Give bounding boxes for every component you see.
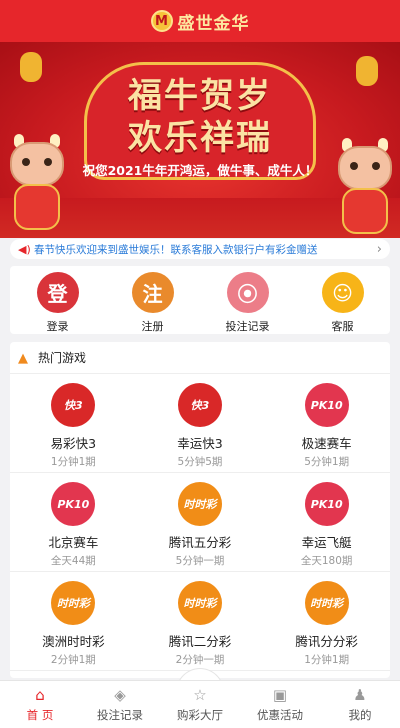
tab-label: 投注记录 (97, 708, 143, 722)
promo-banner[interactable]: 福牛贺岁 欢乐祥瑞 祝您2021牛年开鸿运，做牛事、成牛人！ (0, 42, 400, 238)
ox-mascot-left-icon (2, 134, 72, 234)
bottom-tab-bar: ⌂ 首 页 ◈ 投注记录 ☆ 购彩大厅 ▣ 优惠活动 ♟ 我的 (0, 680, 400, 728)
game-name: 幸运快3 (177, 436, 223, 451)
brand-name: 盛世金华 (177, 13, 250, 34)
notice-text: 春节快乐欢迎来到盛世娱乐！联系客服入款银行户有彩金赠送 (34, 243, 318, 256)
register-label: 注册 (141, 320, 164, 333)
game-item[interactable]: 快3 幸运快3 5分钟5期 (136, 374, 264, 473)
headset-icon: ☺ (321, 272, 364, 313)
ox-mascot-right-icon (330, 138, 400, 238)
game-grid: 快3 易彩快3 1分钟1期 快3 幸运快3 5分钟5期 PK10 极速赛车 5分… (10, 374, 390, 671)
tab-label: 优惠活动 (257, 708, 303, 722)
game-frequency: 1分钟1期 (50, 456, 96, 468)
game-frequency: 1分钟1期 (304, 654, 350, 666)
game-item[interactable]: 快3 易彩快3 1分钟1期 (10, 374, 137, 473)
game-name: 腾讯五分彩 (168, 535, 232, 550)
hot-games-header: ▲ 热门游戏 (10, 342, 390, 374)
pk10-logo-icon: PK10 (304, 383, 349, 427)
home-icon: ⌂ (35, 686, 45, 704)
login-button[interactable]: 登 登录 (10, 266, 105, 334)
gift-icon: ▣ (272, 686, 288, 704)
kuai3-logo-icon: 快3 (177, 383, 222, 427)
quick-actions: 登 登录 注 注册 ⦿ 投注记录 ☺ 客服 (10, 266, 390, 334)
tab-promotions[interactable]: ▣ 优惠活动 (240, 681, 320, 728)
brand-logo-icon: M (150, 10, 173, 32)
game-name: 腾讯二分彩 (168, 634, 232, 649)
tab-label: 首 页 (26, 708, 54, 722)
game-frequency: 全天44期 (50, 555, 96, 567)
game-frequency: 2分钟1期 (50, 654, 96, 666)
game-name: 易彩快3 (50, 436, 97, 451)
ssc-logo-icon: 时时彩 (304, 581, 349, 625)
customer-service-label: 客服 (331, 320, 354, 333)
records-icon: ◈ (114, 686, 126, 704)
tab-lottery-hall[interactable]: ☆ 购彩大厅 (160, 681, 240, 728)
tab-mine[interactable]: ♟ 我的 (320, 681, 400, 728)
game-item[interactable]: PK10 幸运飞艇 全天180期 (263, 473, 390, 572)
game-item[interactable]: PK10 北京赛车 全天44期 (10, 473, 137, 572)
flame-icon: ▲ (18, 350, 28, 366)
speaker-icon: ◀) (18, 242, 31, 256)
game-item[interactable]: 时时彩 腾讯五分彩 5分钟一期 (136, 473, 264, 572)
tab-bet-records[interactable]: ◈ 投注记录 (80, 681, 160, 728)
hot-games-panel: ▲ 热门游戏 快3 易彩快3 1分钟1期 快3 幸运快3 5分钟5期 PK10 … (10, 342, 390, 678)
star-icon: ☆ (193, 686, 207, 704)
share-icon: ⦿ (226, 272, 269, 313)
ssc-logo-icon: 时时彩 (177, 581, 222, 625)
register-icon: 注 (131, 272, 174, 313)
kuai3-logo-icon: 快3 (51, 383, 96, 427)
tab-label: 我的 (348, 708, 372, 722)
game-item[interactable]: 时时彩 腾讯分分彩 1分钟1期 (263, 572, 390, 671)
game-frequency: 5分钟一期 (175, 555, 225, 567)
game-frequency: 5分钟5期 (177, 456, 223, 468)
game-item[interactable]: 时时彩 澳洲时时彩 2分钟1期 (10, 572, 137, 671)
game-item[interactable]: PK10 极速赛车 5分钟1期 (263, 374, 390, 473)
pk10-logo-icon: PK10 (304, 482, 349, 526)
game-name: 澳洲时时彩 (42, 634, 105, 649)
game-name: 腾讯分分彩 (295, 634, 358, 649)
notice-bar[interactable]: ◀) 春节快乐欢迎来到盛世娱乐！联系客服入款银行户有彩金赠送 › (10, 239, 390, 259)
game-item[interactable]: 时时彩 腾讯二分彩 2分钟一期 (136, 572, 264, 671)
customer-service-button[interactable]: ☺ 客服 (295, 266, 390, 334)
login-label: 登录 (46, 320, 69, 333)
user-icon: ♟ (353, 686, 367, 704)
tab-home[interactable]: ⌂ 首 页 (0, 681, 80, 728)
game-name: 极速赛车 (301, 436, 352, 451)
bet-records-label: 投注记录 (225, 320, 270, 333)
hot-games-title: 热门游戏 (38, 351, 87, 365)
ssc-logo-icon: 时时彩 (51, 581, 96, 625)
game-name: 幸运飞艇 (301, 535, 352, 550)
ssc-logo-icon: 时时彩 (177, 482, 222, 526)
tab-label: 购彩大厅 (177, 708, 223, 722)
game-name: 北京赛车 (48, 535, 99, 550)
login-icon: 登 (36, 272, 79, 313)
register-button[interactable]: 注 注册 (105, 266, 200, 334)
game-frequency: 全天180期 (300, 555, 353, 567)
chevron-right-icon[interactable]: › (377, 242, 382, 257)
bet-records-button[interactable]: ⦿ 投注记录 (200, 266, 295, 334)
top-bar: M 盛世金华 (0, 0, 400, 42)
pk10-logo-icon: PK10 (51, 482, 96, 526)
game-frequency: 2分钟一期 (175, 654, 225, 666)
game-frequency: 5分钟1期 (304, 456, 350, 468)
